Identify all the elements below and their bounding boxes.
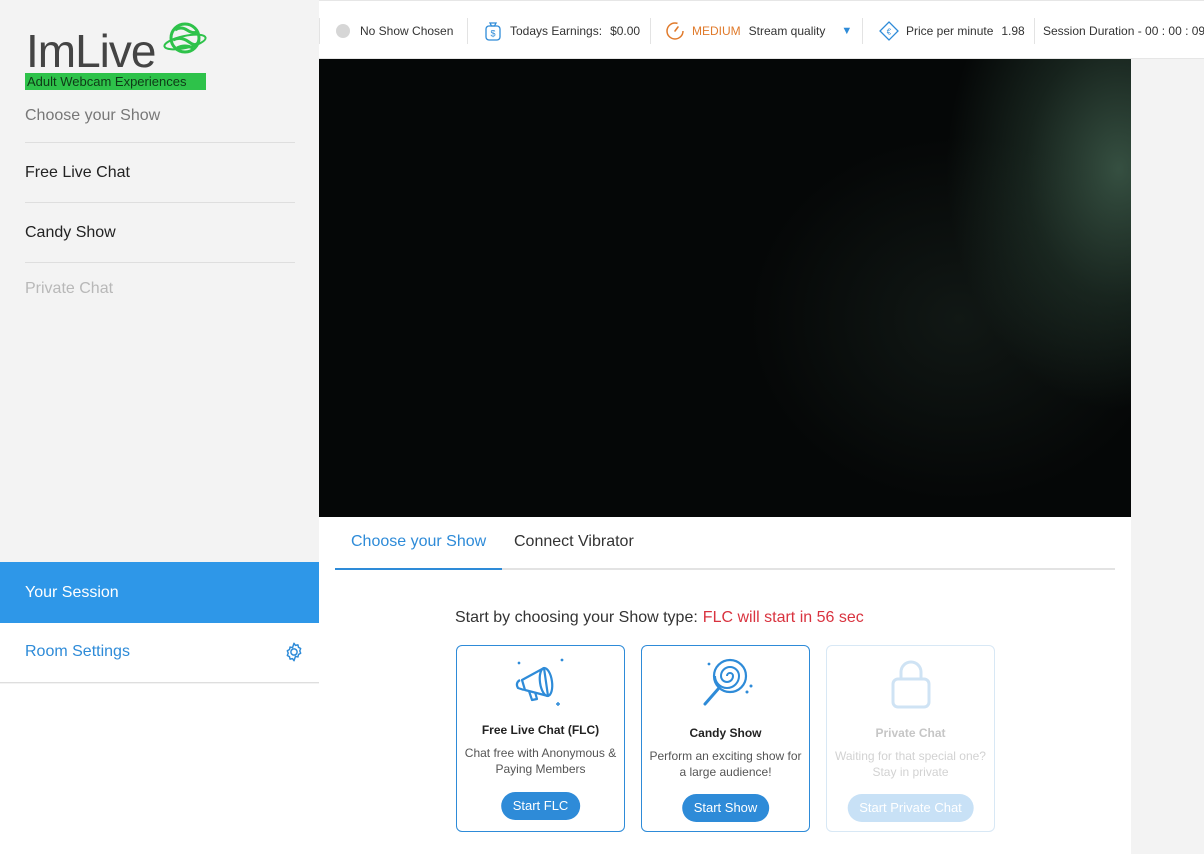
imlive-logo[interactable]: ImLive Adult Webcam Experiences xyxy=(25,16,210,92)
card-description: Perform an exciting show for a large aud… xyxy=(649,749,802,779)
quality-label: Stream quality xyxy=(748,24,826,38)
gauge-icon xyxy=(666,22,684,40)
room-settings-label: Room Settings xyxy=(25,643,130,660)
webcam-preview xyxy=(319,59,1131,517)
sidebar-item-candy-show[interactable]: Candy Show xyxy=(25,202,295,262)
earnings: $ Todays Earnings: $0.00 xyxy=(482,19,640,43)
show-status-text: No Show Chosen xyxy=(360,24,454,38)
card-free-live-chat[interactable]: Free Live Chat (FLC) Chat free with Anon… xyxy=(456,645,625,832)
room-settings-button[interactable]: Room Settings xyxy=(0,623,319,683)
right-gutter xyxy=(1131,59,1204,854)
show-status: No Show Chosen xyxy=(336,19,453,43)
start-private-chat-button: Start Private Chat xyxy=(847,794,974,822)
divider xyxy=(862,18,863,44)
card-private-chat: Private Chat Waiting for that special on… xyxy=(826,645,995,832)
broadcaster-page: ImLive Adult Webcam Experiences Choose y… xyxy=(0,0,1204,854)
your-session-button[interactable]: Your Session xyxy=(0,562,319,623)
sidebar: ImLive Adult Webcam Experiences Choose y… xyxy=(0,0,319,854)
divider xyxy=(319,18,320,44)
earnings-value: $0.00 xyxy=(610,24,641,38)
price-label: Price per minute xyxy=(906,24,994,38)
gear-icon xyxy=(286,642,302,662)
sidebar-item-free-live-chat[interactable]: Free Live Chat xyxy=(25,142,295,202)
card-description: Waiting for that special one? Stay in pr… xyxy=(835,749,986,779)
card-title: Candy Show xyxy=(689,726,762,740)
status-bar: No Show Chosen $ Todays Earnings: $0.00 … xyxy=(319,0,1204,59)
lollipop-icon xyxy=(703,658,752,706)
prompt-text: Start by choosing your Show type: xyxy=(455,609,698,626)
price-tag-icon: € xyxy=(879,21,899,41)
show-type-prompt: Start by choosing your Show type: FLC wil… xyxy=(455,609,864,627)
sidebar-heading: Choose your Show xyxy=(25,107,161,124)
quality-level: MEDIUM xyxy=(692,24,741,38)
lock-icon xyxy=(891,660,930,709)
price-per-minute: € Price per minute 1.98 xyxy=(878,19,1025,43)
show-tabs: Choose your Show Connect Vibrator xyxy=(335,517,1115,570)
globe-icon xyxy=(163,22,207,54)
logo-tagline: Adult Webcam Experiences xyxy=(25,73,206,90)
logo-wordmark: ImLive xyxy=(26,25,156,77)
card-title: Private Chat xyxy=(875,726,946,740)
svg-text:€: € xyxy=(887,28,892,37)
card-description: Chat free with Anonymous & Paying Member… xyxy=(464,746,617,776)
earnings-label: Todays Earnings: xyxy=(510,24,603,38)
divider xyxy=(1034,18,1035,44)
megaphone-icon xyxy=(515,658,563,706)
start-flc-button[interactable]: Start FLC xyxy=(500,792,581,820)
price-value: 1.98 xyxy=(1001,24,1025,38)
flc-countdown: FLC will start in 56 sec xyxy=(702,609,864,626)
divider xyxy=(650,18,651,44)
money-bag-icon: $ xyxy=(485,22,501,41)
divider xyxy=(467,18,468,44)
start-show-button[interactable]: Start Show xyxy=(681,794,770,822)
chevron-down-icon[interactable]: ▼ xyxy=(841,25,852,37)
status-dot-icon xyxy=(336,24,350,38)
tab-choose-your-show[interactable]: Choose your Show xyxy=(335,517,503,570)
stream-quality-selector[interactable]: MEDIUM Stream quality ▼ xyxy=(664,19,852,43)
svg-text:$: $ xyxy=(490,29,495,39)
sidebar-empty-area xyxy=(0,684,319,854)
tab-connect-vibrator[interactable]: Connect Vibrator xyxy=(498,517,650,570)
card-candy-show[interactable]: Candy Show Perform an exciting show for … xyxy=(641,645,810,832)
session-duration: Session Duration - 00 : 00 : 09 xyxy=(1043,24,1204,38)
card-title: Free Live Chat (FLC) xyxy=(481,723,600,737)
sidebar-item-private-chat: Private Chat xyxy=(25,262,295,322)
